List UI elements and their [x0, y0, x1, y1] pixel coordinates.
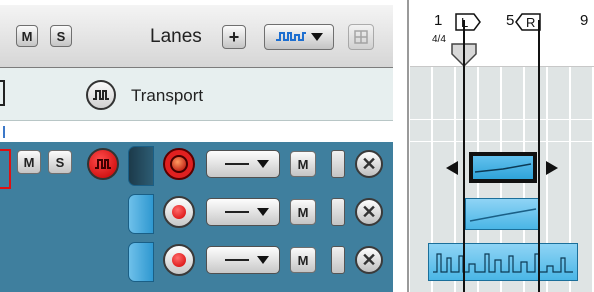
grid-icon [354, 30, 368, 44]
lane-tab[interactable] [128, 194, 154, 234]
transport-wave-glyph [93, 90, 109, 100]
track-separator [0, 121, 393, 142]
transport-icon [86, 80, 116, 110]
header-mute-button[interactable]: M [16, 25, 38, 47]
trim-left-handle-icon[interactable] [446, 161, 458, 175]
audio-clip[interactable] [465, 198, 539, 230]
midi-clip[interactable] [428, 243, 578, 281]
dash-glyph [225, 259, 249, 261]
bar-number: 1 [434, 12, 443, 29]
left-locator-line [463, 20, 465, 292]
record-enable-button[interactable] [163, 196, 195, 228]
transport-label: Transport [131, 86, 204, 105]
lane-view-dropdown[interactable] [264, 24, 334, 50]
lane-level-meter [331, 198, 345, 226]
record-icon [172, 253, 186, 267]
grid-line [410, 119, 594, 120]
record-icon [172, 205, 186, 219]
lane-mute-button[interactable]: M [290, 151, 316, 177]
monitor-wave-icon [95, 159, 111, 169]
lanes-label: Lanes [150, 26, 202, 47]
chevron-down-icon [257, 208, 269, 216]
add-lane-button[interactable]: + [222, 25, 246, 49]
lane-mute-button[interactable]: M [290, 199, 316, 225]
track-monitor-button[interactable] [87, 148, 119, 180]
lane-tab[interactable] [128, 146, 154, 186]
waveform-icon [276, 32, 306, 41]
delete-lane-button[interactable]: ✕ [355, 150, 383, 178]
clip-waveform [474, 163, 532, 173]
audio-clip-selected[interactable] [469, 152, 537, 183]
header-solo-button[interactable]: S [50, 25, 72, 47]
left-locator-icon[interactable]: L [450, 10, 486, 68]
lane-input-dropdown[interactable] [206, 150, 280, 178]
chevron-down-icon [311, 33, 323, 41]
lane-grid-button[interactable] [348, 24, 374, 50]
bar-number: 9 [580, 12, 589, 29]
clip-waveform [469, 208, 537, 222]
panel-splitter[interactable] [393, 0, 410, 292]
chevron-down-icon [257, 160, 269, 168]
time-signature: 4/4 [432, 34, 446, 45]
right-locator-line [538, 20, 540, 292]
transport-row-edge [0, 80, 5, 106]
record-enable-button[interactable] [163, 148, 195, 180]
lane-input-dropdown[interactable] [206, 246, 280, 274]
record-icon [170, 155, 188, 173]
clip-notes [433, 253, 573, 273]
track-color-strip [0, 149, 11, 189]
delete-lane-button[interactable]: ✕ [355, 198, 383, 226]
selection-tick [3, 126, 5, 138]
track-list-panel: M S Lanes + Transport M S M ✕ M ✕ M ✕ [0, 0, 393, 292]
track-mute-button[interactable]: M [17, 150, 41, 174]
lane-level-meter [331, 150, 345, 178]
splitter-line [407, 0, 409, 292]
timeline-ruler[interactable]: 1 5 9 4/4 L R [410, 8, 594, 68]
arrange-view[interactable]: 1 5 9 4/4 L R [410, 0, 594, 292]
lane-input-dropdown[interactable] [206, 198, 280, 226]
svg-text:R: R [526, 15, 535, 30]
track-solo-button[interactable]: S [48, 150, 72, 174]
trim-right-handle-icon[interactable] [546, 161, 558, 175]
lane-level-meter [331, 246, 345, 274]
dash-glyph [225, 211, 249, 213]
dash-glyph [225, 163, 249, 165]
delete-lane-button[interactable]: ✕ [355, 246, 383, 274]
grid-line [410, 141, 594, 142]
record-enable-button[interactable] [163, 244, 195, 276]
lane-mute-button[interactable]: M [290, 247, 316, 273]
chevron-down-icon [257, 256, 269, 264]
lane-tab[interactable] [128, 242, 154, 282]
